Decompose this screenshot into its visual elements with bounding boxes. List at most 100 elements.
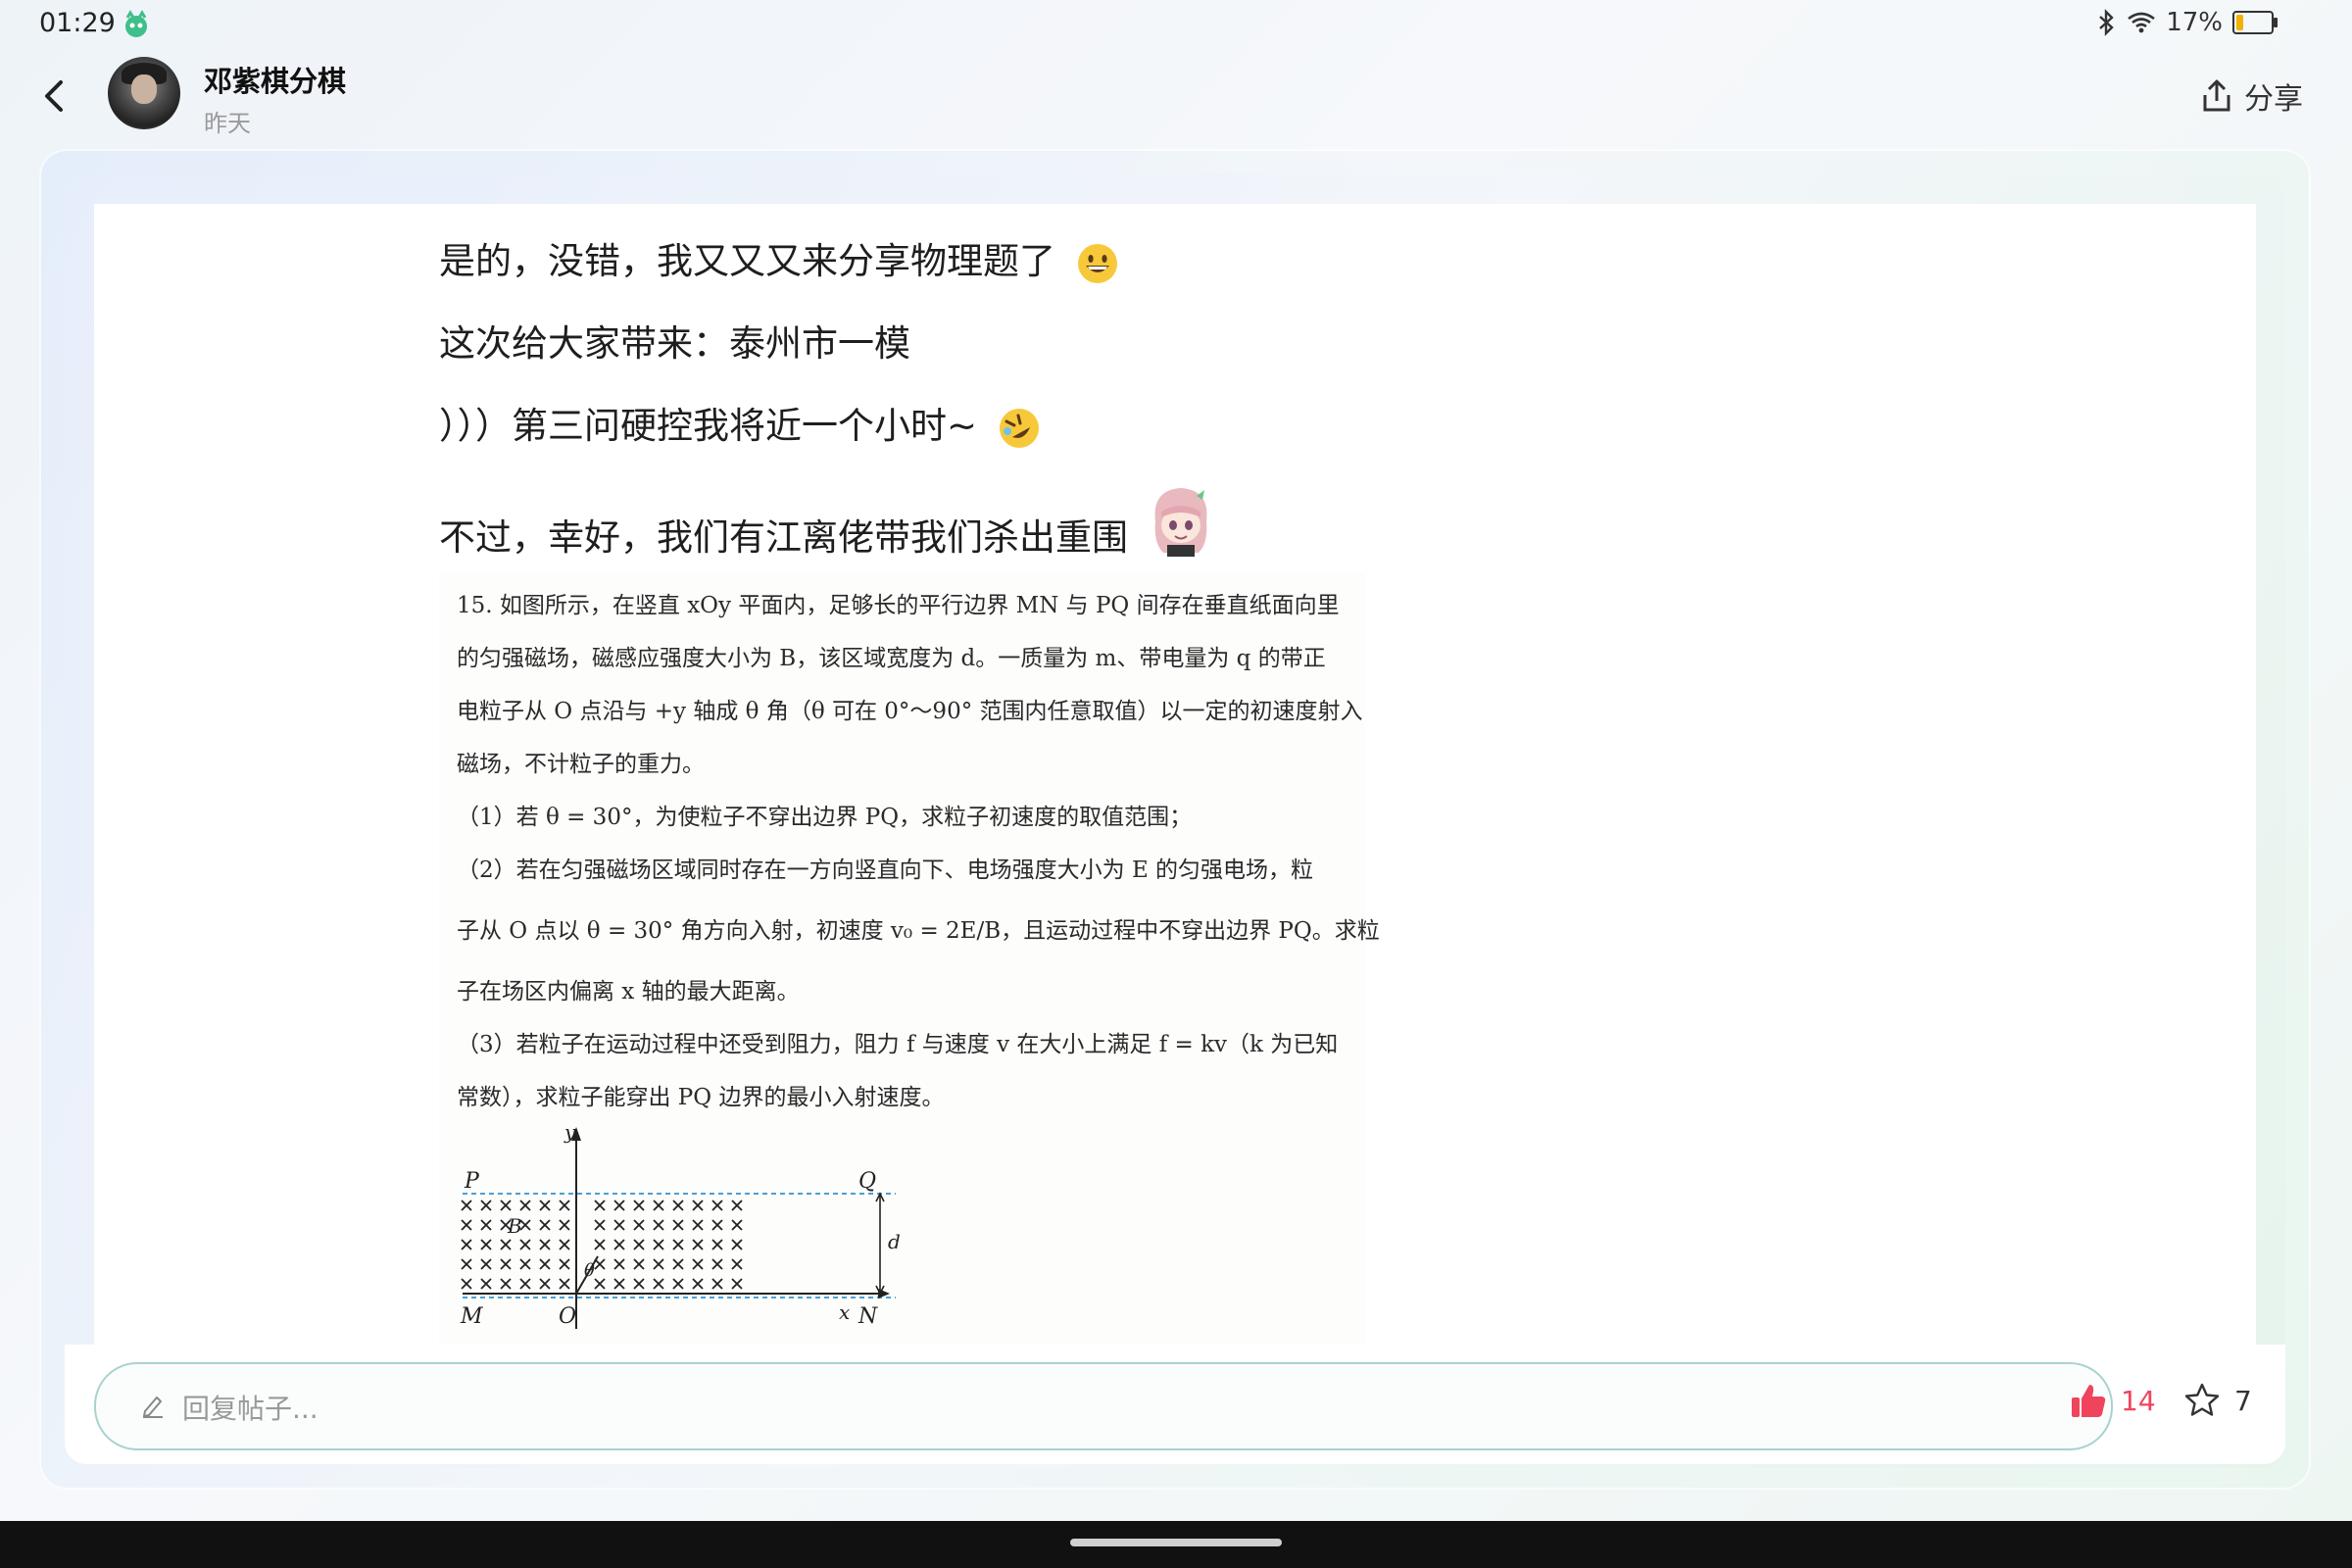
fig-label-y: y [564,1123,576,1144]
field-cross-mark [731,1278,743,1290]
field-cross-mark [613,1200,625,1211]
field-cross-mark [711,1219,723,1231]
field-cross-mark [711,1258,723,1270]
problem-line-9: （3）若粒子在运动过程中还受到阻力，阻力 f 与速度 v 在大小上满足 f = … [457,1032,1339,1057]
field-cross-mark [519,1258,531,1270]
field-cross-mark [653,1219,664,1231]
field-cross-mark [559,1200,570,1211]
field-cross-mark [480,1258,492,1270]
field-cross-mark [559,1278,570,1290]
field-cross-mark [613,1239,625,1250]
like-count: 14 [2121,1384,2156,1417]
field-cross-mark [519,1200,531,1211]
field-cross-mark [653,1200,664,1211]
share-label: 分享 [2244,82,2303,117]
field-cross-mark [500,1278,512,1290]
post-date: 昨天 [204,110,251,137]
field-cross-mark [480,1278,492,1290]
post-header: 邓紫棋分棋 昨天 分享 [0,49,2352,147]
favorite-button[interactable]: 7 [2183,1382,2252,1419]
field-cross-mark [539,1219,551,1231]
field-cross-mark [653,1239,664,1250]
bottom-action-bar: 回复帖子... 14 7 [65,1345,2285,1464]
field-cross-mark [613,1258,625,1270]
fig-label-x: x [839,1300,850,1324]
field-cross-mark [559,1258,570,1270]
field-cross-mark [500,1200,512,1211]
reply-placeholder: 回复帖子... [182,1393,318,1425]
field-cross-mark [672,1258,684,1270]
home-indicator[interactable] [1070,1539,1282,1546]
post-line-1: 是的，没错，我又又又来分享物理题了 [439,231,1118,284]
bluetooth-icon [2099,9,2114,36]
star-icon [2184,1383,2220,1416]
field-cross-mark [692,1219,704,1231]
grinning-face-icon [1077,243,1117,283]
author-name[interactable]: 邓紫棋分棋 [204,59,346,100]
pencil-icon [143,1396,163,1418]
system-nav-bar [0,1521,2352,1568]
field-cross-mark [461,1278,472,1290]
field-cross-mark [539,1278,551,1290]
field-cross-mark [731,1200,743,1211]
wifi-icon [2128,12,2155,33]
problem-line-3: 电粒子从 O 点沿与 +y 轴成 θ 角（θ 可在 0°～90° 范围内任意取值… [457,699,1363,724]
field-cross-mark [539,1258,551,1270]
field-cross-mark [731,1258,743,1270]
problem-line-7: 子从 O 点以 θ = 30° 角方向入射，初速度 v₀ = 2E/B，且运动过… [457,918,1380,944]
field-cross-mark [633,1219,645,1231]
field-cross-mark [594,1278,606,1290]
field-cross-mark [461,1258,472,1270]
field-cross-mark [653,1258,664,1270]
field-cross-mark [731,1239,743,1250]
rolling-laughing-icon [999,408,1039,448]
field-cross-mark [692,1258,704,1270]
field-cross-mark [480,1219,492,1231]
favorite-count: 7 [2234,1384,2252,1417]
back-arrow-icon[interactable] [37,76,73,116]
post-content: 是的，没错，我又又又来分享物理题了 这次给大家带来：泰州市一模 ）））第三问硬控… [94,204,2256,1345]
field-cross-mark [539,1239,551,1250]
field-cross-mark [692,1278,704,1290]
like-button[interactable]: 14 [2070,1382,2156,1419]
fig-label-P: P [464,1169,480,1194]
avatar[interactable] [108,57,180,129]
field-cross-mark [692,1239,704,1250]
problem-line-8: 子在场区内偏离 x 轴的最大距离。 [457,979,800,1004]
problem-line-5: （1）若 θ = 30°，为使粒子不穿出边界 PQ，求粒子初速度的取值范围； [457,805,1193,830]
fig-label-M: M [460,1304,483,1329]
fig-label-Q: Q [858,1169,876,1194]
problem-line-10: 常数），求粒子能穿出 PQ 边界的最小入射速度。 [457,1085,945,1110]
fig-label-d: d [888,1230,901,1253]
battery-percent: 17% [2166,8,2223,37]
battery-icon [2232,11,2278,34]
problem-line-6: （2）若在匀强磁场区域同时存在一方向竖直向下、电场强度大小为 E 的匀强电场，粒 [457,858,1314,883]
field-cross-mark [711,1239,723,1250]
field-cross-mark [461,1219,472,1231]
field-cross-mark [672,1200,684,1211]
field-cross-mark [672,1239,684,1250]
field-cross-mark [519,1278,531,1290]
field-cross-mark [633,1200,645,1211]
field-cross-mark [633,1239,645,1250]
problem-line-4: 磁场，不计粒子的重力。 [457,752,705,777]
post-line-3: ）））第三问硬控我将近一个小时~ [439,396,1040,449]
fig-label-B: B [507,1214,522,1238]
fig-label-theta: θ [584,1260,595,1281]
field-cross-mark [613,1219,625,1231]
problem-image[interactable]: 15. 如图所示，在竖直 xOy 平面内，足够长的平行边界 MN 与 PQ 间存… [439,572,1380,1345]
fig-label-N: N [858,1304,878,1329]
thumbs-up-icon [2072,1385,2106,1417]
share-button[interactable]: 分享 [2201,74,2303,118]
anime-sticker-icon [1154,488,1207,557]
field-cross-mark [594,1200,606,1211]
app-notification-icon [125,10,147,37]
field-cross-mark [461,1239,472,1250]
post-line-2: 这次给大家带来：泰州市一模 [439,322,910,365]
field-cross-mark [480,1200,492,1211]
share-icon [2203,79,2230,112]
post-line-4: 不过，幸好，我们有江离佬带我们杀出重围 [439,482,1216,561]
reply-input[interactable]: 回复帖子... [94,1362,2113,1450]
problem-line-1: 15. 如图所示，在竖直 xOy 平面内，足够长的平行边界 MN 与 PQ 间存… [457,593,1340,618]
magnetic-field-figure: y P Q B d θ M O x N [460,1123,901,1329]
